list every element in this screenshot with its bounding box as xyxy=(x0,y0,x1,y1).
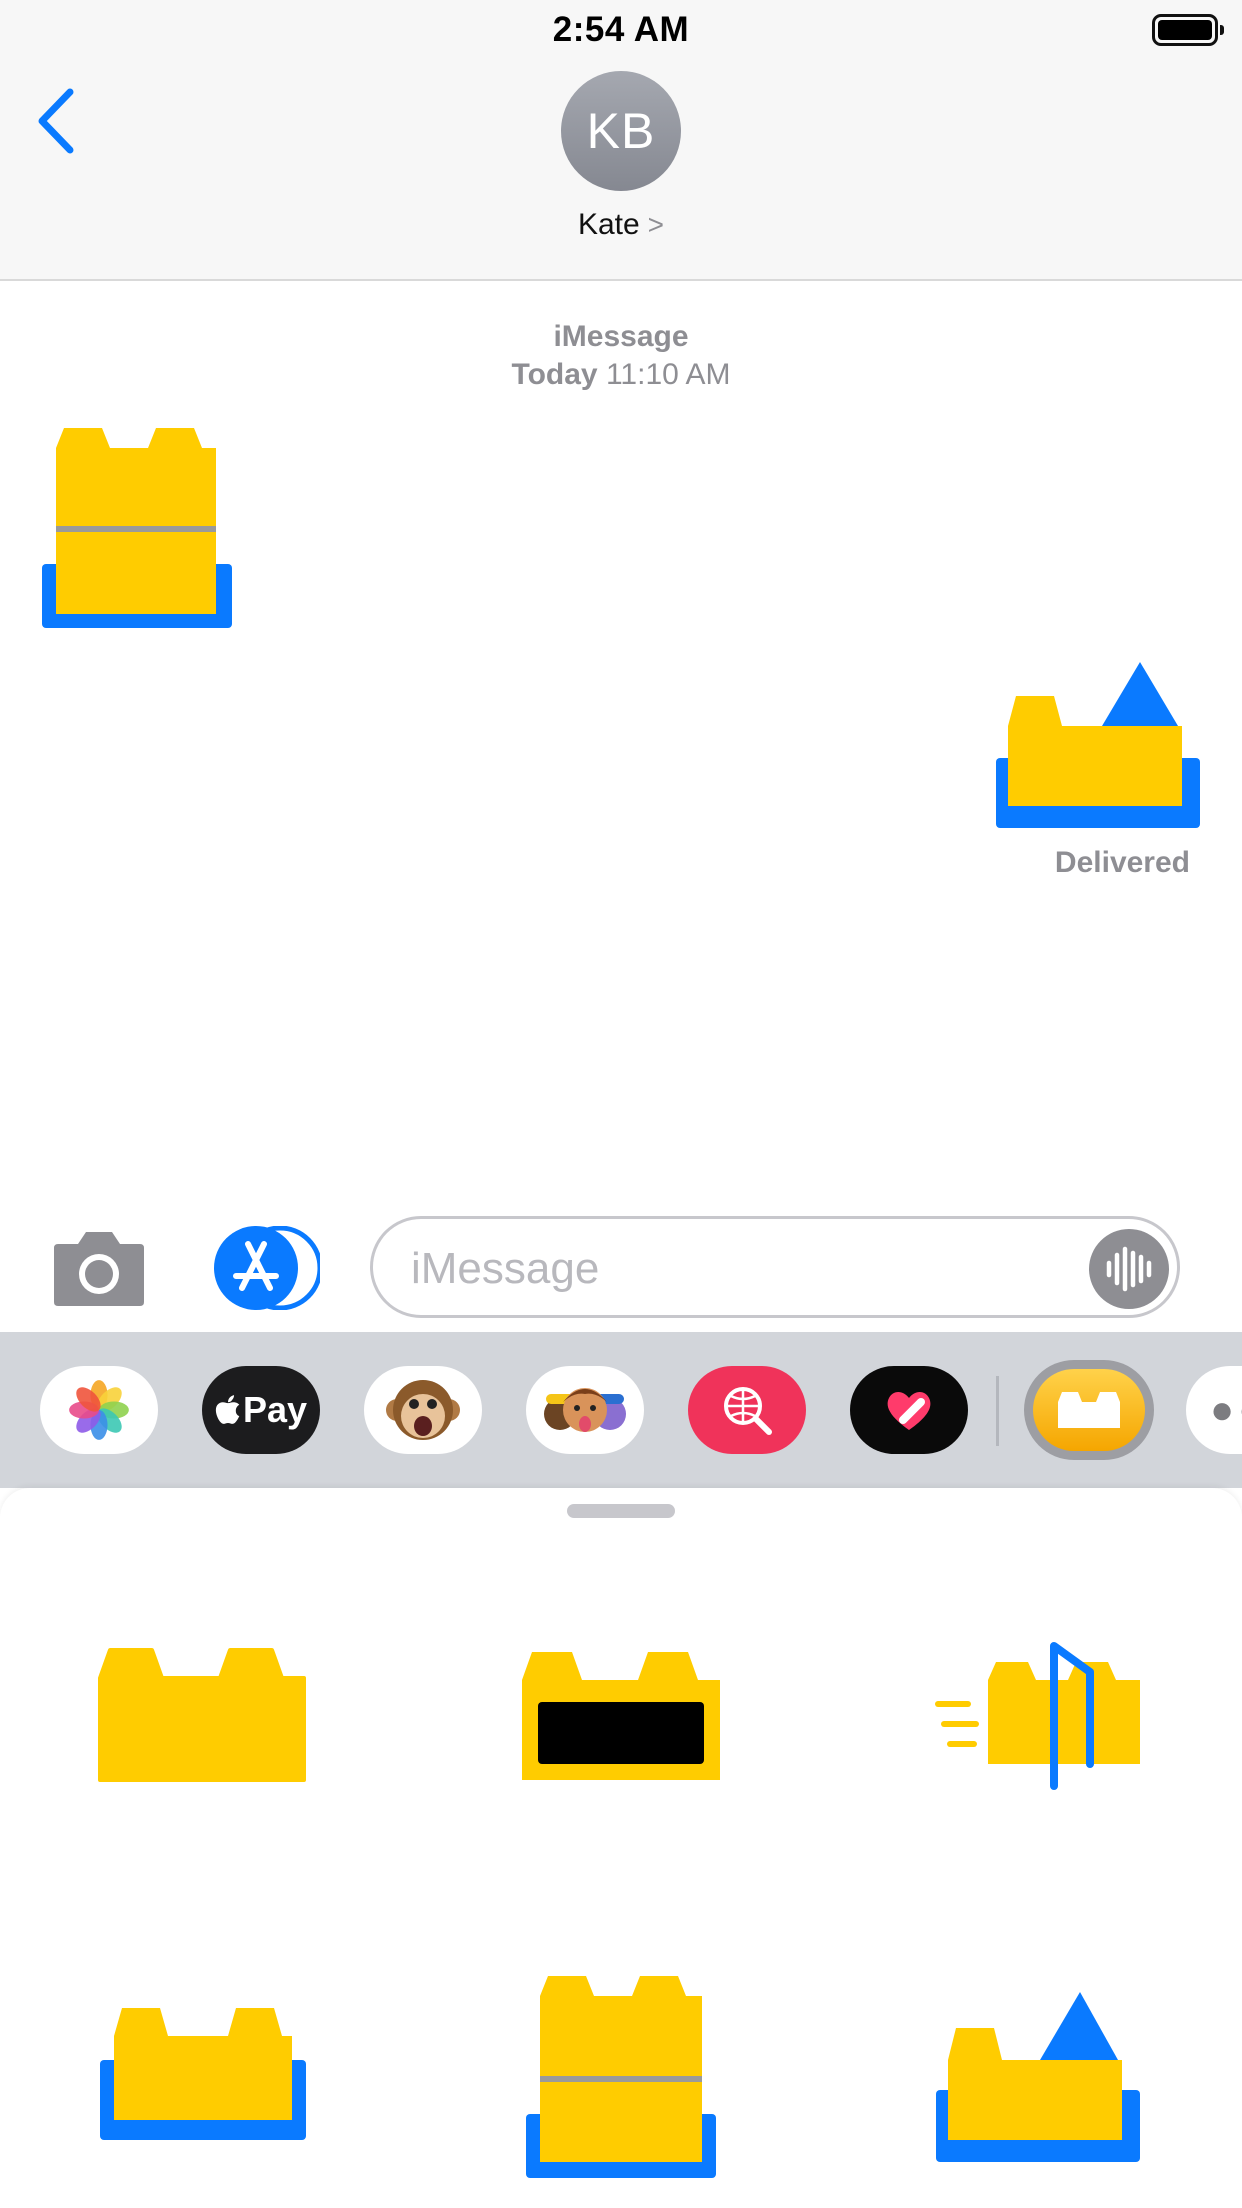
message-timestamp: Today 11:10 AM xyxy=(0,358,1242,392)
app-store-icon[interactable] xyxy=(210,1226,320,1310)
back-chevron-icon[interactable] xyxy=(34,86,84,156)
received-sticker-tall-brick[interactable] xyxy=(40,424,236,630)
memoji-stickers-app-icon[interactable] xyxy=(526,1366,644,1454)
avatar[interactable]: KB xyxy=(561,71,681,191)
tall-brick-in-blue-tray-sticker[interactable] xyxy=(524,1972,718,2180)
apple-pay-label: Pay xyxy=(242,1389,308,1430)
battery-icon xyxy=(1152,14,1224,46)
brick-with-blue-triangle-sticker[interactable] xyxy=(934,1990,1142,2164)
drawer-divider xyxy=(996,1376,999,1446)
more-apps-icon[interactable]: ●● xyxy=(1186,1366,1242,1454)
brick-with-black-window-sticker[interactable] xyxy=(518,1650,724,1784)
chevron-right-icon: > xyxy=(647,209,665,240)
brick-in-blue-tray-sticker[interactable] xyxy=(98,2002,308,2142)
audio-message-button[interactable] xyxy=(1089,1229,1169,1309)
globe-search-icon xyxy=(724,1387,772,1435)
timestamp-time: 11:10 AM xyxy=(605,358,731,391)
waveform-icon xyxy=(1106,1246,1152,1292)
sticker-app-icon[interactable] xyxy=(1024,1360,1154,1460)
delivery-status: Delivered xyxy=(1054,846,1190,879)
memoji-faces-icon xyxy=(544,1388,626,1432)
heart-touch-icon xyxy=(887,1392,931,1430)
status-time: 2:54 AM xyxy=(552,10,690,49)
panel-grabber[interactable] xyxy=(567,1504,675,1518)
message-input-placeholder: iMessage xyxy=(411,1244,600,1293)
image-search-app-icon[interactable] xyxy=(688,1366,806,1454)
monkey-face-icon xyxy=(386,1380,460,1440)
contact-name-label: Kate xyxy=(577,208,640,241)
camera-icon[interactable] xyxy=(52,1228,146,1308)
photos-app-icon[interactable] xyxy=(40,1366,158,1454)
sticker-panel xyxy=(0,1488,1242,2208)
app-drawer: Pay ● xyxy=(0,1332,1242,1488)
contact-name[interactable]: Kate > xyxy=(0,208,1242,242)
timestamp-day: Today xyxy=(511,358,598,391)
apple-logo-icon xyxy=(215,1395,240,1424)
photos-flower-icon xyxy=(69,1380,129,1440)
brick-icon xyxy=(1058,1392,1120,1428)
digital-touch-app-icon[interactable] xyxy=(850,1366,968,1454)
message-input[interactable]: iMessage xyxy=(370,1216,1180,1318)
sent-sticker-brick-triangle[interactable] xyxy=(994,660,1202,830)
yellow-brick-sticker[interactable] xyxy=(96,1648,308,1784)
apple-pay-app-icon[interactable]: Pay xyxy=(202,1366,320,1454)
service-label: iMessage xyxy=(553,320,689,353)
speeding-brick-with-flag-sticker[interactable] xyxy=(932,1640,1142,1790)
animoji-app-icon[interactable] xyxy=(364,1366,482,1454)
